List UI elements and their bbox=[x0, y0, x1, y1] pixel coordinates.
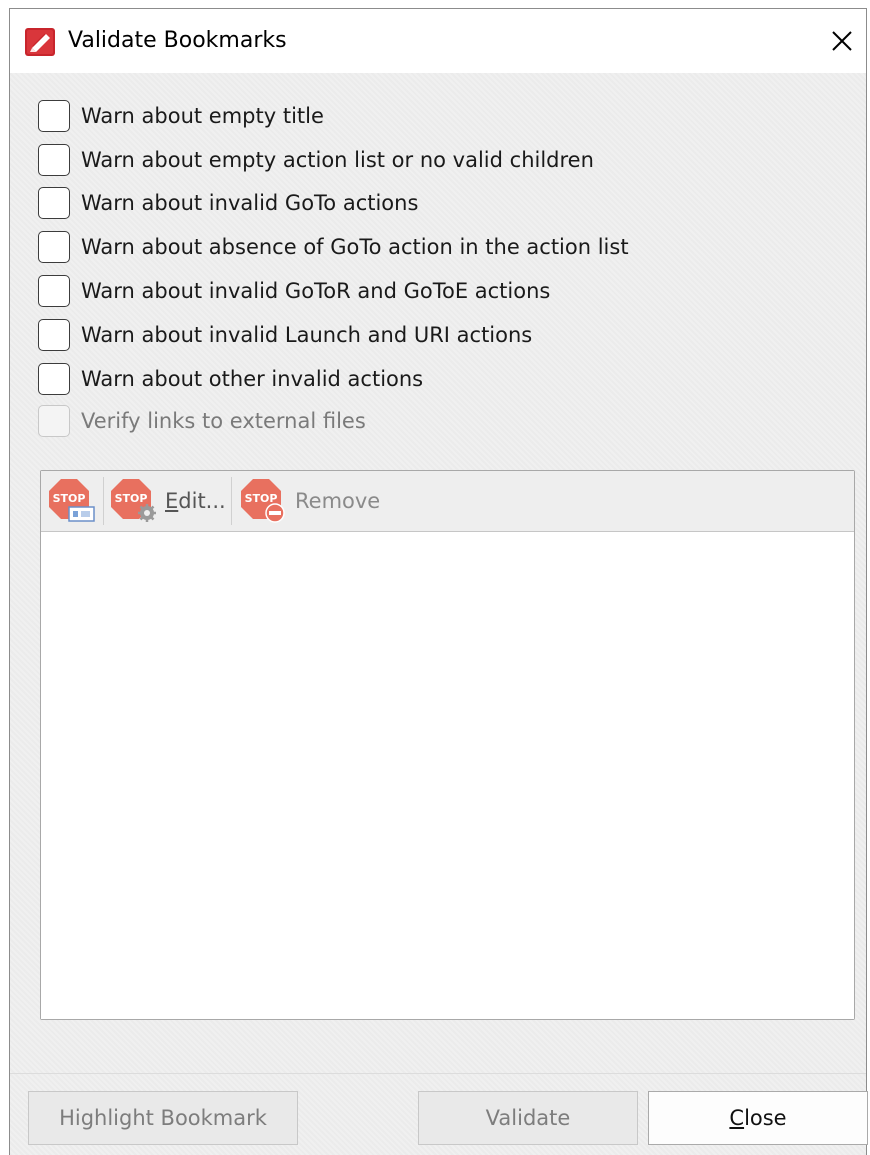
validate-button[interactable]: Validate bbox=[418, 1091, 638, 1145]
option-label: Warn about other invalid actions bbox=[81, 367, 424, 391]
dialog-body: Warn about empty title Warn about empty … bbox=[10, 73, 868, 1155]
edit-label: Edit... bbox=[165, 489, 226, 513]
checkbox[interactable] bbox=[38, 144, 70, 176]
option-label: Warn about invalid Launch and URI action… bbox=[81, 323, 533, 347]
option-label: Warn about invalid GoToR and GoToE actio… bbox=[81, 279, 551, 303]
remove-button[interactable]: STOP Remove bbox=[239, 477, 380, 525]
dialog-title: Validate Bookmarks bbox=[68, 28, 287, 53]
option-label: Warn about empty action list or no valid… bbox=[81, 148, 594, 172]
pdf-editor-app-icon bbox=[25, 28, 55, 56]
checkbox[interactable] bbox=[38, 187, 70, 219]
toolbar-separator bbox=[231, 477, 232, 525]
edit-button[interactable]: STOP Edit... bbox=[109, 477, 226, 525]
option-label: Warn about invalid GoTo actions bbox=[81, 191, 419, 215]
close-icon bbox=[832, 31, 852, 51]
svg-text:STOP: STOP bbox=[53, 492, 86, 505]
option-label: Warn about empty title bbox=[81, 104, 324, 128]
checkbox[interactable] bbox=[38, 231, 70, 263]
checkbox[interactable] bbox=[38, 275, 70, 307]
close-mnemonic: C bbox=[729, 1106, 745, 1130]
footer-divider bbox=[10, 1073, 866, 1074]
stop-sign-gear-icon: STOP bbox=[111, 479, 156, 522]
checkbox bbox=[38, 405, 70, 437]
edit-label-rest: dit... bbox=[178, 489, 226, 513]
validate-label: Validate bbox=[485, 1106, 571, 1130]
svg-text:STOP: STOP bbox=[115, 492, 148, 505]
highlight-bookmark-label: Highlight Bookmark bbox=[59, 1106, 267, 1130]
toolbar-separator bbox=[103, 477, 104, 525]
stop-sign-remove-icon: STOP bbox=[241, 479, 285, 523]
close-label: Close bbox=[729, 1106, 786, 1130]
close-button[interactable]: Close bbox=[648, 1091, 868, 1145]
remove-label: Remove bbox=[295, 489, 381, 513]
option-label: Verify links to external files bbox=[81, 409, 366, 433]
option-label: Warn about absence of GoTo action in the… bbox=[81, 235, 629, 259]
add-button[interactable]: STOP bbox=[47, 477, 97, 525]
stop-sign-add-icon: STOP bbox=[49, 479, 95, 522]
highlight-bookmark-button[interactable]: Highlight Bookmark bbox=[28, 1091, 298, 1145]
svg-text:STOP: STOP bbox=[245, 492, 278, 505]
validate-bookmarks-dialog: Validate Bookmarks Warn about empty titl… bbox=[9, 8, 868, 1155]
issue-list[interactable] bbox=[41, 532, 854, 1019]
title-bar: Validate Bookmarks bbox=[10, 9, 866, 73]
title-close-button[interactable] bbox=[818, 17, 866, 65]
bookmark-issue-list-panel: STOP STOP Edit... STOP Remove bbox=[40, 470, 855, 1020]
checkbox[interactable] bbox=[38, 363, 70, 395]
edit-mnemonic: E bbox=[165, 489, 179, 513]
checkbox[interactable] bbox=[38, 100, 70, 132]
list-toolbar: STOP STOP Edit... STOP Remove bbox=[41, 471, 854, 532]
close-label-rest: lose bbox=[744, 1106, 787, 1130]
checkbox[interactable] bbox=[38, 319, 70, 351]
